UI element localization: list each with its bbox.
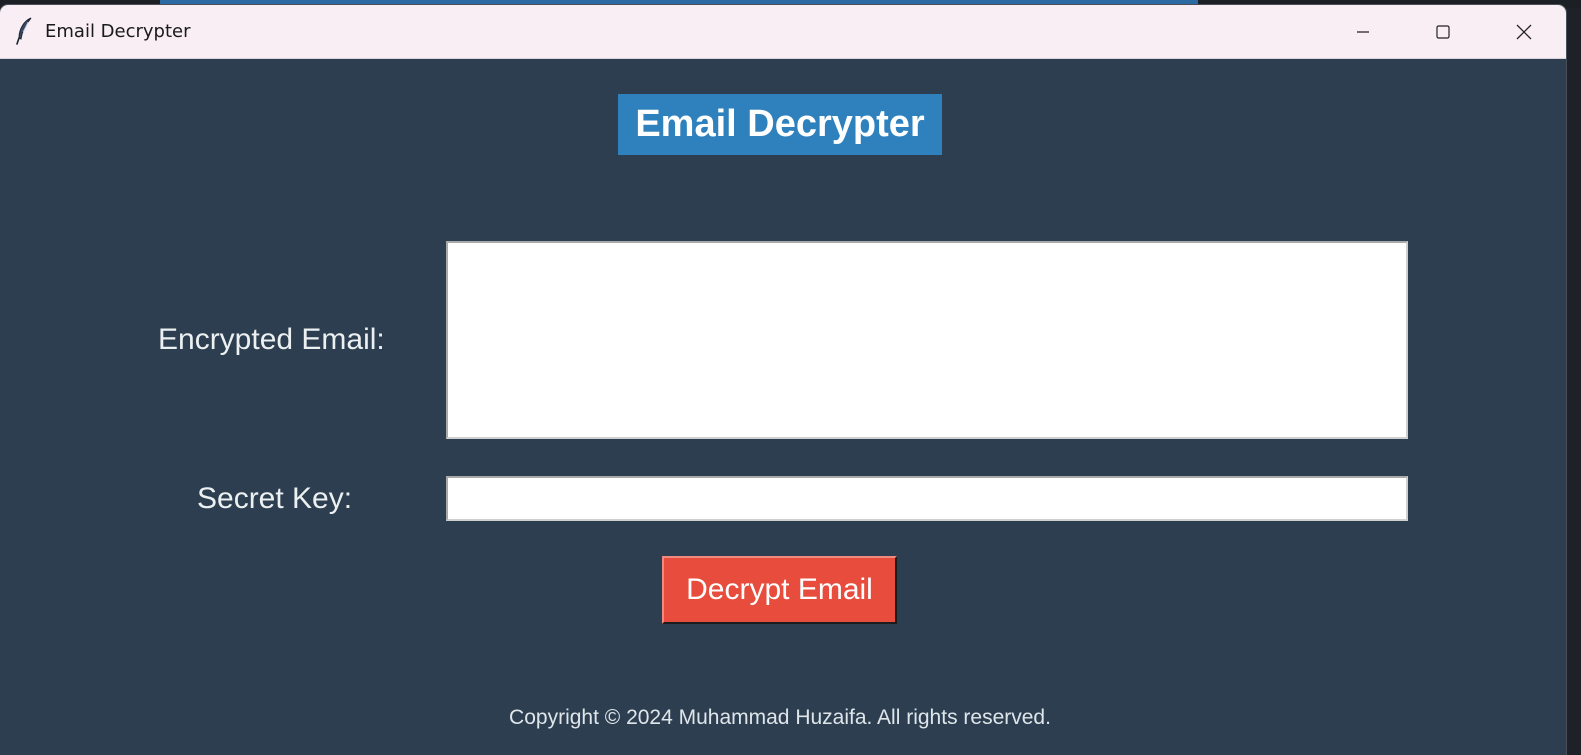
encrypted-email-textarea[interactable] [446, 241, 1408, 439]
title-bar[interactable]: Email Decrypter [0, 5, 1566, 59]
app-window: Email Decrypter Email Decrypter Encrypte… [0, 5, 1566, 755]
minimize-icon [1356, 25, 1370, 39]
decrypt-email-button[interactable]: Decrypt Email [662, 556, 897, 624]
secret-key-input[interactable] [446, 476, 1408, 521]
encrypted-email-label: Encrypted Email: [158, 323, 385, 356]
maximize-icon [1436, 24, 1450, 39]
close-icon [1516, 24, 1532, 40]
window-title: Email Decrypter [45, 21, 191, 42]
maximize-button[interactable] [1403, 5, 1483, 58]
secret-key-label: Secret Key: [197, 482, 353, 515]
app-heading: Email Decrypter [618, 94, 942, 155]
close-button[interactable] [1484, 5, 1564, 58]
copyright-text: Copyright © 2024 Muhammad Huzaifa. All r… [509, 706, 1051, 729]
feather-icon [15, 17, 35, 45]
minimize-button[interactable] [1323, 5, 1403, 58]
